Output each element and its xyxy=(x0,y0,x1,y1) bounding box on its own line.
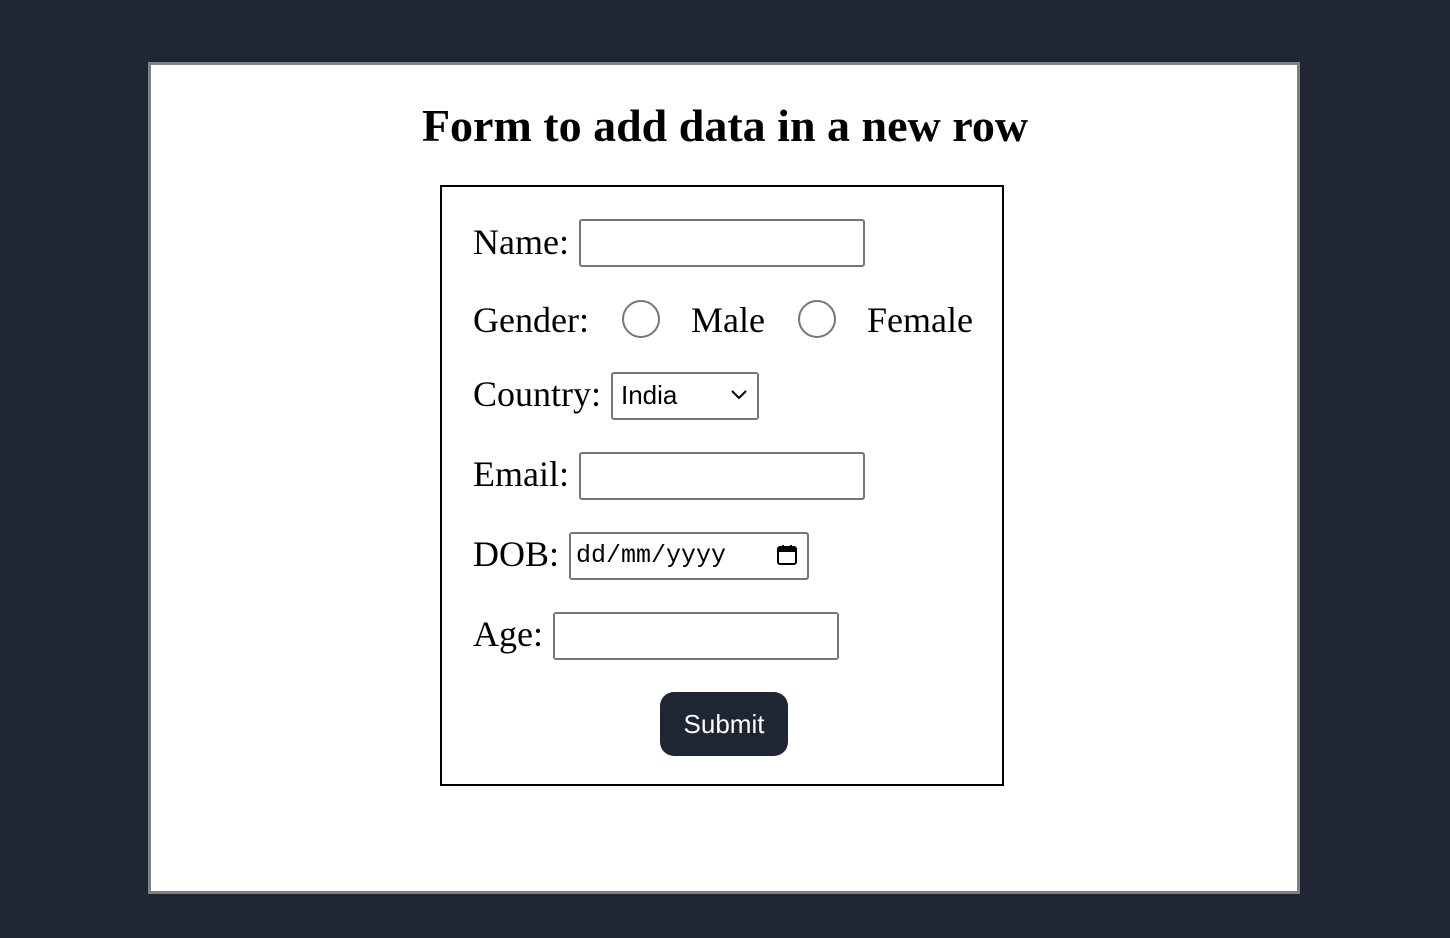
email-input[interactable] xyxy=(579,452,865,500)
gender-label: Gender: xyxy=(473,300,589,340)
name-input[interactable] xyxy=(579,219,865,267)
gender-male-label[interactable]: Male xyxy=(691,298,765,342)
gender-male-radio[interactable] xyxy=(622,300,660,338)
country-select[interactable]: India xyxy=(611,372,759,420)
country-label: Country: xyxy=(473,374,602,414)
country-selected-value: India xyxy=(621,380,678,410)
dob-label: DOB: xyxy=(473,534,560,574)
age-input[interactable] xyxy=(553,612,839,660)
gender-female-radio[interactable] xyxy=(798,300,836,338)
dob-placeholder: dd/mm/yyyy xyxy=(576,541,727,570)
name-label: Name: xyxy=(473,222,569,262)
chevron-down-icon xyxy=(731,390,747,400)
page-title: Form to add data in a new row xyxy=(421,100,1029,151)
dob-date-input[interactable]: dd/mm/yyyy xyxy=(569,532,809,580)
age-label: Age: xyxy=(473,614,543,654)
calendar-icon[interactable] xyxy=(775,543,799,567)
submit-button[interactable]: Submit xyxy=(660,692,788,756)
email-label: Email: xyxy=(473,454,569,494)
gender-female-label[interactable]: Female xyxy=(867,298,973,342)
